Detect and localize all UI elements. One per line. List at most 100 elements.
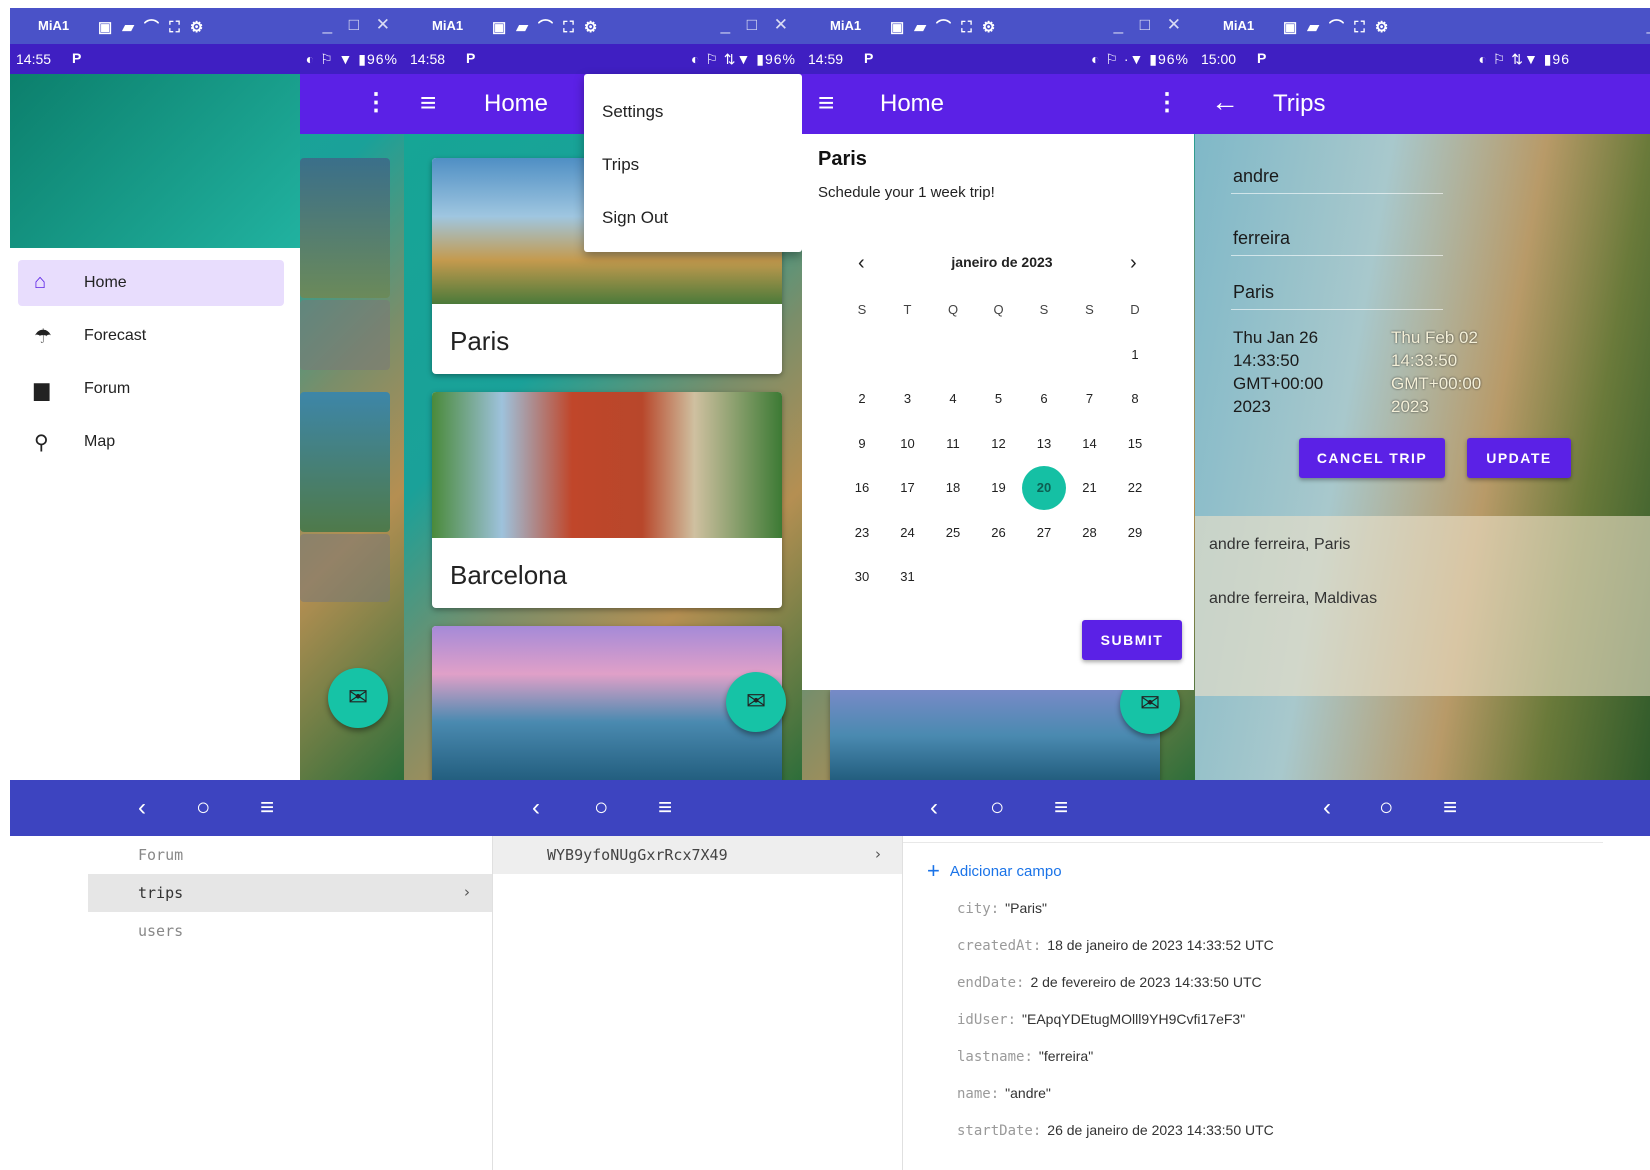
collection-name: Forum xyxy=(138,846,184,864)
barcelona-image xyxy=(432,392,782,538)
field-value: 2 de fevereiro de 2023 14:33:50 UTC xyxy=(1030,974,1262,990)
weekday-header: S xyxy=(857,302,867,317)
calendar-day[interactable]: 29 xyxy=(1113,511,1157,555)
home-nav-button[interactable]: ○ xyxy=(990,794,1005,822)
recents-nav-button[interactable]: ≡ xyxy=(260,794,274,822)
calendar-day[interactable]: 8 xyxy=(1113,377,1157,421)
menu-item-sign-out[interactable]: Sign Out xyxy=(602,208,668,228)
next-month-icon[interactable]: › xyxy=(1130,252,1137,275)
first-name-value: andre xyxy=(1233,166,1280,186)
drawer-item-forecast[interactable]: ☂ Forecast xyxy=(18,313,284,359)
calendar-day[interactable]: 4 xyxy=(931,377,975,421)
back-nav-button[interactable]: ‹ xyxy=(138,794,146,822)
calendar-day[interactable]: 31 xyxy=(886,555,930,599)
update-button[interactable]: UPDATE xyxy=(1467,438,1571,478)
calendar-day[interactable]: 27 xyxy=(1022,511,1066,555)
home-nav-button[interactable]: ○ xyxy=(1379,794,1394,822)
overflow-menu-icon[interactable]: ⋮ xyxy=(364,88,388,117)
home-nav-button[interactable]: ○ xyxy=(196,794,211,822)
window-controls[interactable]: _ □ ✕ xyxy=(1114,15,1187,35)
recents-nav-button[interactable]: ≡ xyxy=(658,794,672,822)
calendar-day[interactable]: 17 xyxy=(886,466,930,510)
calendar-day[interactable]: 19 xyxy=(977,466,1021,510)
collection-forum[interactable]: Forum xyxy=(88,836,492,874)
drawer-item-map[interactable]: ⚲ Map xyxy=(18,419,284,465)
trip-list-item[interactable]: andre ferreira, Maldivas xyxy=(1209,590,1377,608)
collection-trips[interactable]: trips › xyxy=(88,874,492,912)
calendar-day[interactable]: 3 xyxy=(886,377,930,421)
calendar-day[interactable]: 11 xyxy=(931,422,975,466)
calendar-day[interactable]: 9 xyxy=(840,422,884,466)
window-controls[interactable]: _ □ ✕ xyxy=(323,15,396,35)
calendar-day[interactable]: 6 xyxy=(1022,377,1066,421)
recents-nav-button[interactable]: ≡ xyxy=(1443,794,1457,822)
calendar-day[interactable]: 16 xyxy=(840,466,884,510)
document-field[interactable]: createdAt: 18 de janeiro de 2023 14:33:52… xyxy=(957,937,1274,954)
recents-nav-button[interactable]: ≡ xyxy=(1054,794,1068,822)
emulator-toolbar-icons[interactable]: ▣ ▰ ⌒ ⛶ ⚙ xyxy=(492,16,600,37)
emulator-label: MiA1 xyxy=(830,18,862,33)
back-nav-button[interactable]: ‹ xyxy=(930,794,938,822)
emulator-toolbar-icons[interactable]: ▣ ▰ ⌒ ⛶ ⚙ xyxy=(98,16,206,37)
city-field[interactable]: Paris xyxy=(1231,274,1443,310)
document-field[interactable]: idUser: "EApqYDEtugMOlll9YH9Cvfi17eF3" xyxy=(957,1011,1245,1028)
calendar-day[interactable]: 15 xyxy=(1113,422,1157,466)
menu-item-settings[interactable]: Settings xyxy=(602,102,663,122)
add-field-button[interactable]: + Adicionar campo xyxy=(927,858,1062,884)
window-controls[interactable]: _ □ ✕ xyxy=(1647,15,1650,35)
calendar-day[interactable]: 13 xyxy=(1022,422,1066,466)
hamburger-menu-icon[interactable]: ≡ xyxy=(420,87,436,119)
calendar-day[interactable]: 1 xyxy=(1113,333,1157,377)
last-name-field[interactable]: ferreira xyxy=(1231,220,1443,256)
document-field[interactable]: name: "andre" xyxy=(957,1085,1051,1102)
document-field[interactable]: lastname: "ferreira" xyxy=(957,1048,1093,1065)
calendar-day[interactable]: 7 xyxy=(1068,377,1112,421)
calendar-day[interactable]: 28 xyxy=(1068,511,1112,555)
calendar-day[interactable]: 21 xyxy=(1068,466,1112,510)
hamburger-menu-icon[interactable]: ≡ xyxy=(818,87,834,119)
calendar-day[interactable]: 23 xyxy=(840,511,884,555)
home-nav-button[interactable]: ○ xyxy=(594,794,609,822)
calendar-day[interactable]: 14 xyxy=(1068,422,1112,466)
calendar-day[interactable]: 30 xyxy=(840,555,884,599)
calendar-day[interactable]: 5 xyxy=(977,377,1021,421)
cancel-trip-button[interactable]: CANCEL TRIP xyxy=(1299,438,1445,478)
back-arrow-icon[interactable]: ← xyxy=(1211,86,1239,118)
mail-fab[interactable]: ✉ xyxy=(328,668,388,728)
document-field[interactable]: endDate: 2 de fevereiro de 2023 14:33:50 … xyxy=(957,974,1262,991)
calendar-day[interactable]: 25 xyxy=(931,511,975,555)
overflow-menu-icon[interactable]: ⋮ xyxy=(1155,88,1179,117)
android-nav-bar: ‹ ○ ≡ xyxy=(404,780,802,836)
drawer-item-forum[interactable]: ▆ Forum xyxy=(18,366,284,412)
end-date[interactable]: Thu Feb 02 14:33:50 GMT+00:00 2023 xyxy=(1391,326,1521,418)
calendar-day[interactable]: 2 xyxy=(840,377,884,421)
document-field[interactable]: startDate: 26 de janeiro de 2023 14:33:50… xyxy=(957,1122,1274,1139)
calendar-day[interactable]: 12 xyxy=(977,422,1021,466)
calendar-day[interactable]: 24 xyxy=(886,511,930,555)
calendar-day[interactable]: 18 xyxy=(931,466,975,510)
menu-item-trips[interactable]: Trips xyxy=(602,155,639,175)
back-nav-button[interactable]: ‹ xyxy=(532,794,540,822)
calendar-day-selected[interactable]: 20 xyxy=(1022,466,1066,510)
collection-users[interactable]: users xyxy=(88,912,492,950)
emulator-toolbar-icons[interactable]: ▣ ▰ ⌒ ⛶ ⚙ xyxy=(1283,16,1391,37)
submit-button[interactable]: SUBMIT xyxy=(1082,620,1182,660)
back-nav-button[interactable]: ‹ xyxy=(1323,794,1331,822)
emulator-toolbar-icons[interactable]: ▣ ▰ ⌒ ⛶ ⚙ xyxy=(890,16,998,37)
android-status-bar: 14:55 P ◐ ⚐ ▼ ▮96% xyxy=(10,44,404,74)
calendar-day[interactable]: 26 xyxy=(977,511,1021,555)
document-row[interactable]: WYB9yfoNUgGxrRcx7X49 › xyxy=(493,836,903,874)
window-controls[interactable]: _ □ ✕ xyxy=(721,15,794,35)
trip-list-item[interactable]: andre ferreira, Paris xyxy=(1209,536,1350,554)
calendar-day[interactable]: 10 xyxy=(886,422,930,466)
start-date[interactable]: Thu Jan 26 14:33:50 GMT+00:00 2023 xyxy=(1233,326,1363,418)
prev-month-icon[interactable]: ‹ xyxy=(858,252,865,275)
field-separator: : xyxy=(1016,975,1025,991)
mail-fab[interactable]: ✉ xyxy=(726,672,786,732)
calendar-day[interactable]: 22 xyxy=(1113,466,1157,510)
document-field[interactable]: city: "Paris" xyxy=(957,900,1047,917)
drawer-item-home[interactable]: ⌂ Home xyxy=(18,260,284,306)
destination-card-barcelona[interactable]: Barcelona xyxy=(432,392,782,608)
first-name-field[interactable]: andre xyxy=(1231,158,1443,194)
last-name-value: ferreira xyxy=(1233,228,1291,248)
